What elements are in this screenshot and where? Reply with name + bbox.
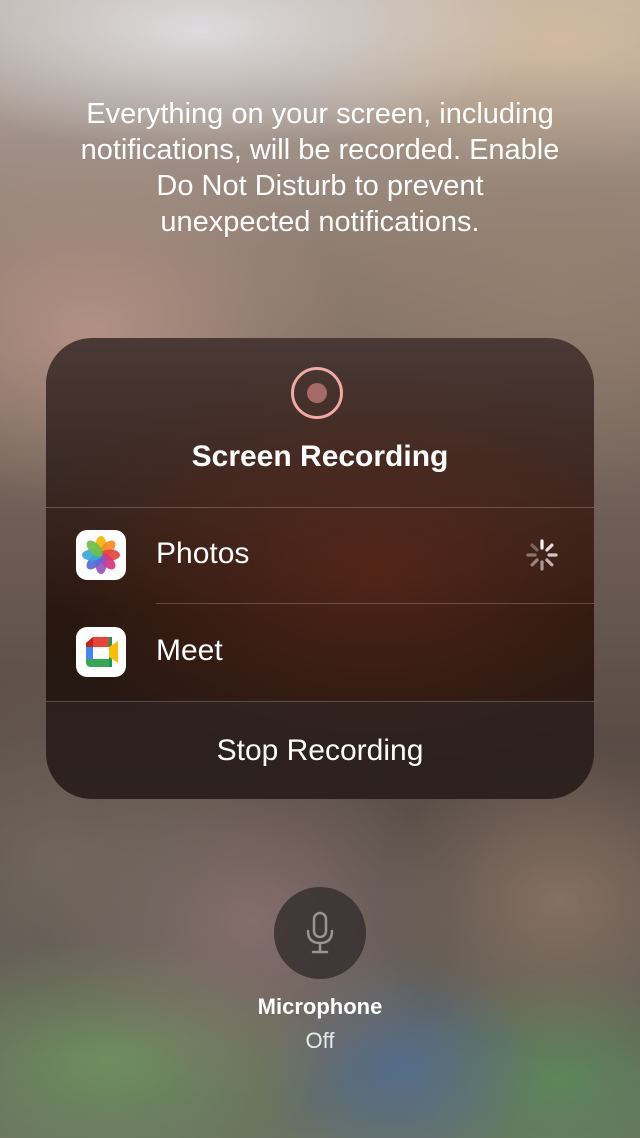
record-icon <box>291 367 343 419</box>
app-row-photos[interactable]: Photos <box>46 507 594 603</box>
panel-header: Screen Recording <box>46 338 594 507</box>
microphone-status: Off <box>305 1028 335 1053</box>
recording-notice-line: Everything on your screen, including <box>86 98 554 130</box>
recording-notice-line: unexpected notifications. <box>160 206 480 238</box>
panel-title: Screen Recording <box>191 440 449 473</box>
app-label-meet: Meet <box>156 634 223 667</box>
microphone-title: Microphone <box>257 994 383 1019</box>
recording-notice-line: notifications, will be recorded. Enable <box>80 134 560 166</box>
app-row-meet[interactable]: Meet <box>46 604 594 700</box>
meet-app-icon <box>76 627 126 677</box>
recording-notice: Everything on your screen, including not… <box>40 96 600 240</box>
app-label-photos: Photos <box>156 537 250 570</box>
stop-recording-label: Stop Recording <box>216 734 424 767</box>
photos-app-icon <box>76 530 126 580</box>
microphone-toggle-button[interactable] <box>274 887 366 979</box>
activity-spinner-icon <box>524 537 560 573</box>
stop-recording-button[interactable]: Stop Recording <box>46 702 594 799</box>
recording-notice-line: Do Not Disturb to prevent <box>156 170 484 202</box>
microphone-icon <box>306 911 334 954</box>
record-dot <box>307 383 327 403</box>
screen-recording-panel: Screen Recording Photos Meet Stop Record… <box>46 338 594 799</box>
